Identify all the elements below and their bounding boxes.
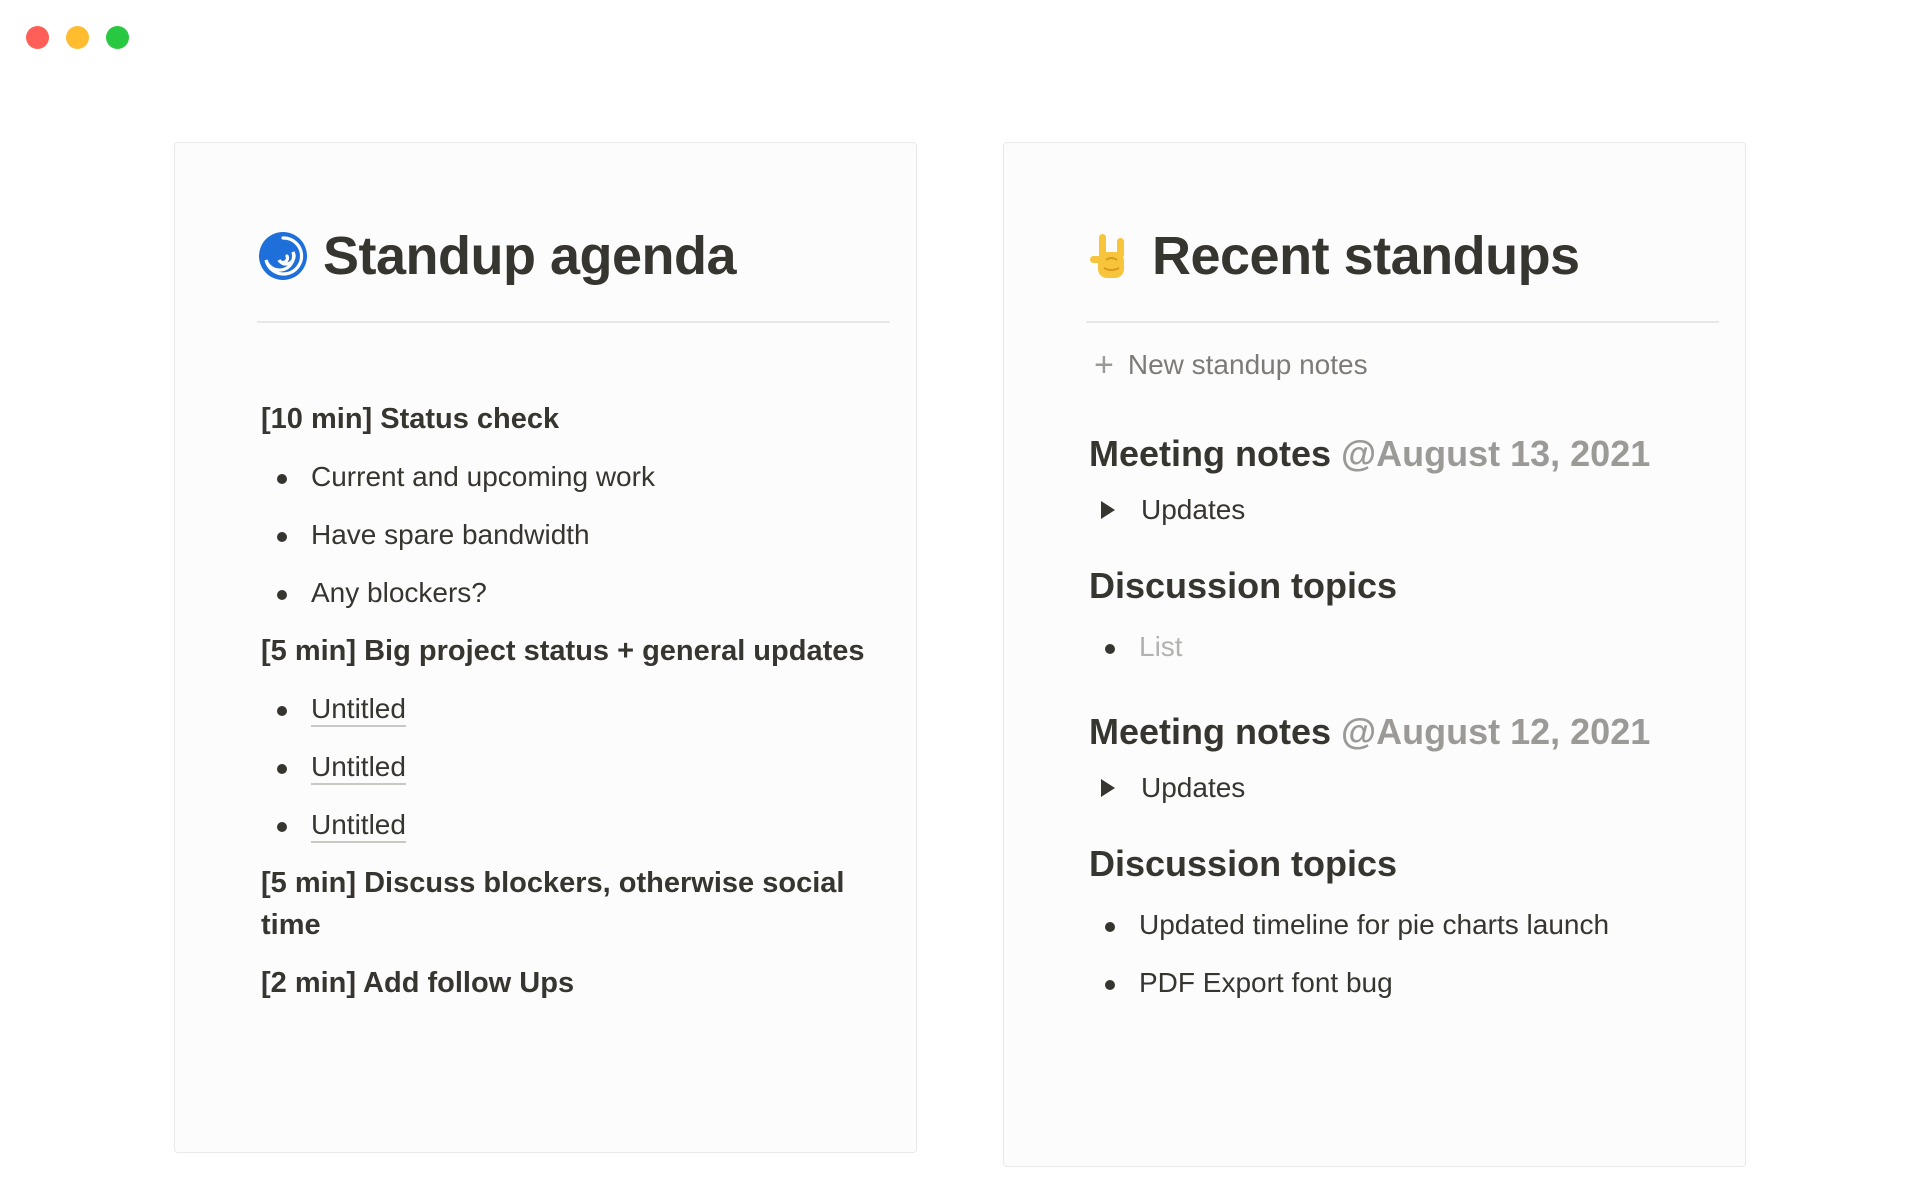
bullet-icon bbox=[277, 764, 287, 774]
page-link-item[interactable]: Untitled bbox=[261, 688, 881, 730]
recent-title: Recent standups bbox=[1086, 225, 1580, 287]
list-item-placeholder[interactable]: List bbox=[1089, 626, 1729, 668]
sign-of-horns-emoji-icon bbox=[1086, 230, 1138, 282]
bullet-icon bbox=[277, 706, 287, 716]
agenda-section-heading[interactable]: [5 min] Big project status + general upd… bbox=[261, 630, 881, 672]
toggle-arrow-icon[interactable] bbox=[1101, 779, 1115, 797]
close-window-button[interactable] bbox=[26, 26, 49, 49]
updates-toggle[interactable]: Updates bbox=[1089, 488, 1729, 532]
agenda-section-heading[interactable]: [2 min] Add follow Ups bbox=[261, 962, 881, 1004]
bullet-icon bbox=[1105, 922, 1115, 932]
page-link[interactable]: Untitled bbox=[311, 751, 406, 785]
recent-standups-list: Meeting notes @August 13, 2021 Updates Di… bbox=[1089, 430, 1729, 1004]
agenda-title: Standup agenda bbox=[257, 225, 737, 287]
bullet-icon bbox=[277, 474, 287, 484]
new-standup-notes-label: New standup notes bbox=[1127, 349, 1368, 380]
bullet-icon bbox=[277, 590, 287, 600]
date-mention[interactable]: @August 12, 2021 bbox=[1341, 711, 1650, 752]
date-mention[interactable]: @August 13, 2021 bbox=[1341, 433, 1650, 474]
cyclone-emoji-icon bbox=[257, 230, 309, 282]
new-standup-notes-button[interactable]: + New standup notes bbox=[1094, 348, 1368, 382]
discussion-topics-heading[interactable]: Discussion topics bbox=[1089, 840, 1729, 888]
page-link[interactable]: Untitled bbox=[311, 693, 406, 727]
list-item[interactable]: Have spare bandwidth bbox=[261, 514, 881, 556]
title-divider bbox=[1086, 321, 1719, 323]
bullet-icon bbox=[1105, 644, 1115, 654]
page-link-item[interactable]: Untitled bbox=[261, 804, 881, 846]
meeting-notes-heading[interactable]: Meeting notes @August 12, 2021 bbox=[1089, 708, 1729, 756]
meeting-notes-heading[interactable]: Meeting notes @August 13, 2021 bbox=[1089, 430, 1729, 478]
page-link-item[interactable]: Untitled bbox=[261, 746, 881, 788]
recent-title-text: Recent standups bbox=[1152, 226, 1580, 286]
bullet-icon bbox=[277, 532, 287, 542]
standup-agenda-card: Standup agenda [10 min] Status check Cur… bbox=[174, 142, 917, 1153]
list-item[interactable]: Current and upcoming work bbox=[261, 456, 881, 498]
bullet-icon bbox=[1105, 980, 1115, 990]
page-link[interactable]: Untitled bbox=[311, 809, 406, 843]
window-controls bbox=[26, 26, 129, 49]
agenda-list: [10 min] Status check Current and upcomi… bbox=[261, 398, 881, 1004]
list-item[interactable]: Updated timeline for pie charts launch bbox=[1089, 904, 1729, 946]
agenda-section-heading[interactable]: [10 min] Status check bbox=[261, 398, 881, 440]
discussion-topics-heading[interactable]: Discussion topics bbox=[1089, 562, 1729, 610]
agenda-title-text: Standup agenda bbox=[323, 226, 737, 286]
toggle-arrow-icon[interactable] bbox=[1101, 501, 1115, 519]
list-item[interactable]: PDF Export font bug bbox=[1089, 962, 1729, 1004]
recent-standups-card: Recent standups + New standup notes Meet… bbox=[1003, 142, 1746, 1167]
zoom-window-button[interactable] bbox=[106, 26, 129, 49]
minimize-window-button[interactable] bbox=[66, 26, 89, 49]
agenda-section-heading[interactable]: [5 min] Discuss blockers, otherwise soci… bbox=[261, 862, 881, 946]
bullet-icon bbox=[277, 822, 287, 832]
plus-icon: + bbox=[1094, 346, 1114, 384]
list-item[interactable]: Any blockers? bbox=[261, 572, 881, 614]
title-divider bbox=[257, 321, 890, 323]
updates-toggle[interactable]: Updates bbox=[1089, 766, 1729, 810]
